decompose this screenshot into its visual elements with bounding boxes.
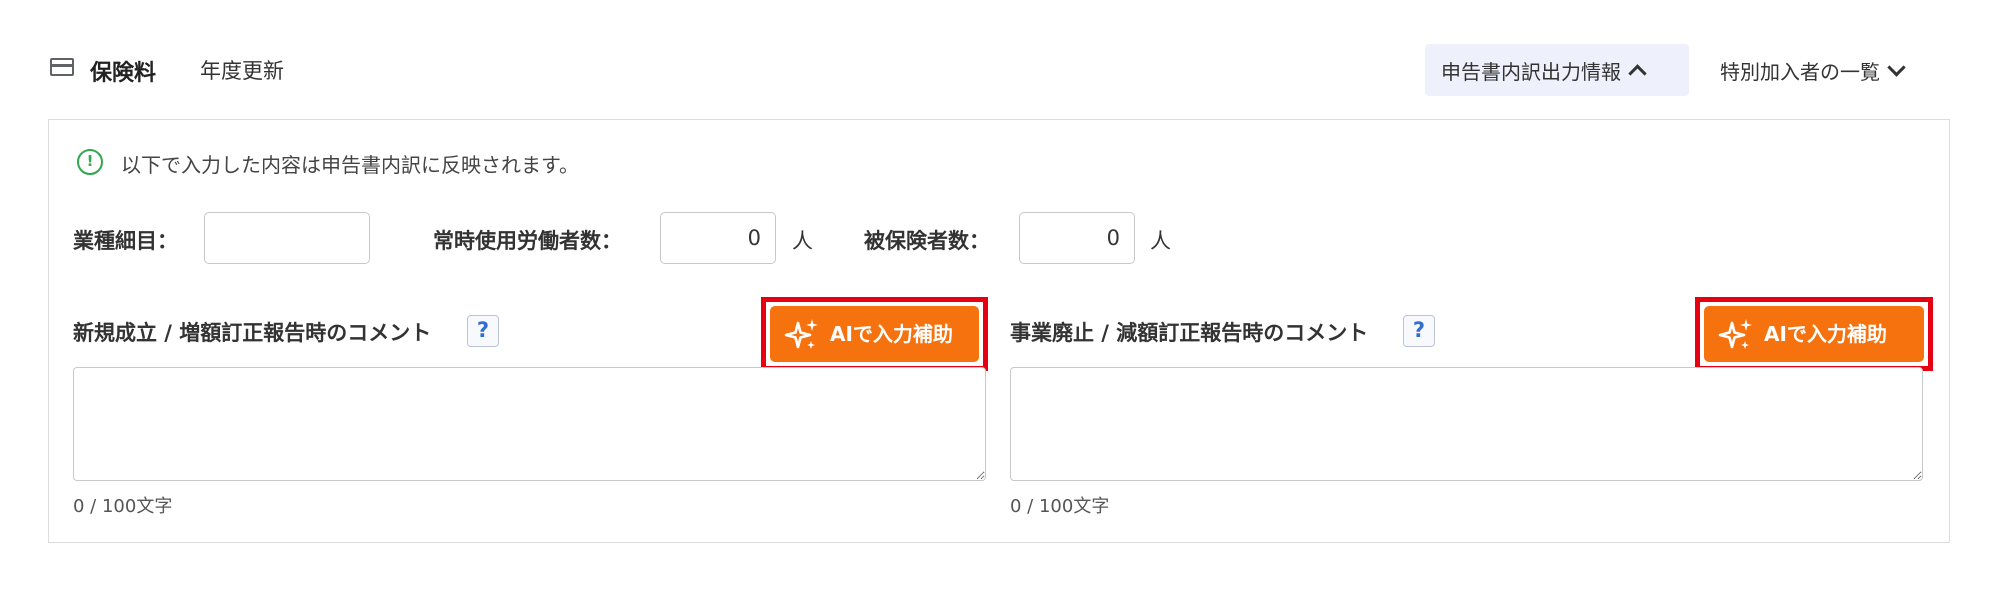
new-increase-comment-label: 新規成立 / 増額訂正報告時のコメント (73, 321, 432, 345)
ai-assist-button-left[interactable]: AIで入力補助 (770, 306, 979, 362)
insured-count-unit: 人 (1150, 229, 1171, 253)
notice-text: 以下で入力した内容は申告書内訳に反映されます。 (121, 153, 579, 177)
special-members-toggle[interactable]: 特別加入者の一覧 (1708, 44, 1948, 96)
info-circle-icon: ! (77, 149, 103, 175)
section-header: 保険料 年度更新 申告書内訳出力情報 特別加入者の一覧 (48, 44, 1950, 96)
section-title: 保険料 (90, 61, 157, 86)
closure-decrease-comment-textarea[interactable] (1010, 367, 1923, 481)
industry-detail-input[interactable] (204, 212, 370, 264)
chevron-up-icon (1628, 64, 1647, 83)
new-increase-comment-textarea[interactable] (73, 367, 986, 481)
sparkle-icon (784, 319, 818, 349)
industry-detail-label: 業種細目： (73, 229, 178, 253)
ai-assist-button-label: AIで入力補助 (830, 322, 953, 346)
regular-workers-unit: 人 (792, 229, 813, 253)
ai-assist-button-label: AIで入力補助 (1764, 322, 1887, 346)
sparkle-icon (1718, 319, 1752, 349)
ai-highlight-frame: AIで入力補助 (761, 297, 988, 371)
ai-highlight-frame: AIで入力補助 (1695, 297, 1933, 371)
regular-workers-label: 常時使用労働者数： (433, 229, 622, 253)
annual-update-link[interactable]: 年度更新 (200, 55, 284, 85)
special-members-toggle-label: 特別加入者の一覧 (1720, 60, 1880, 84)
output-info-toggle[interactable]: 申告書内訳出力情報 (1425, 44, 1689, 96)
ai-assist-button-right[interactable]: AIで入力補助 (1704, 306, 1924, 362)
closure-decrease-comment-counter: 0 / 100文字 (1010, 496, 1110, 517)
output-info-toggle-label: 申告書内訳出力情報 (1441, 60, 1621, 84)
help-icon[interactable]: ? (467, 315, 499, 347)
insured-count-label: 被保険者数： (864, 229, 990, 253)
credit-card-icon (50, 58, 74, 76)
help-icon[interactable]: ? (1403, 315, 1435, 347)
regular-workers-input[interactable] (660, 212, 776, 264)
closure-decrease-comment-label: 事業廃止 / 減額訂正報告時のコメント (1010, 321, 1369, 345)
chevron-down-icon (1887, 58, 1906, 77)
insurance-panel: ! 以下で入力した内容は申告書内訳に反映されます。 業種細目： 常時使用労働者数… (48, 119, 1950, 543)
new-increase-comment-counter: 0 / 100文字 (73, 496, 173, 517)
insured-count-input[interactable] (1019, 212, 1135, 264)
